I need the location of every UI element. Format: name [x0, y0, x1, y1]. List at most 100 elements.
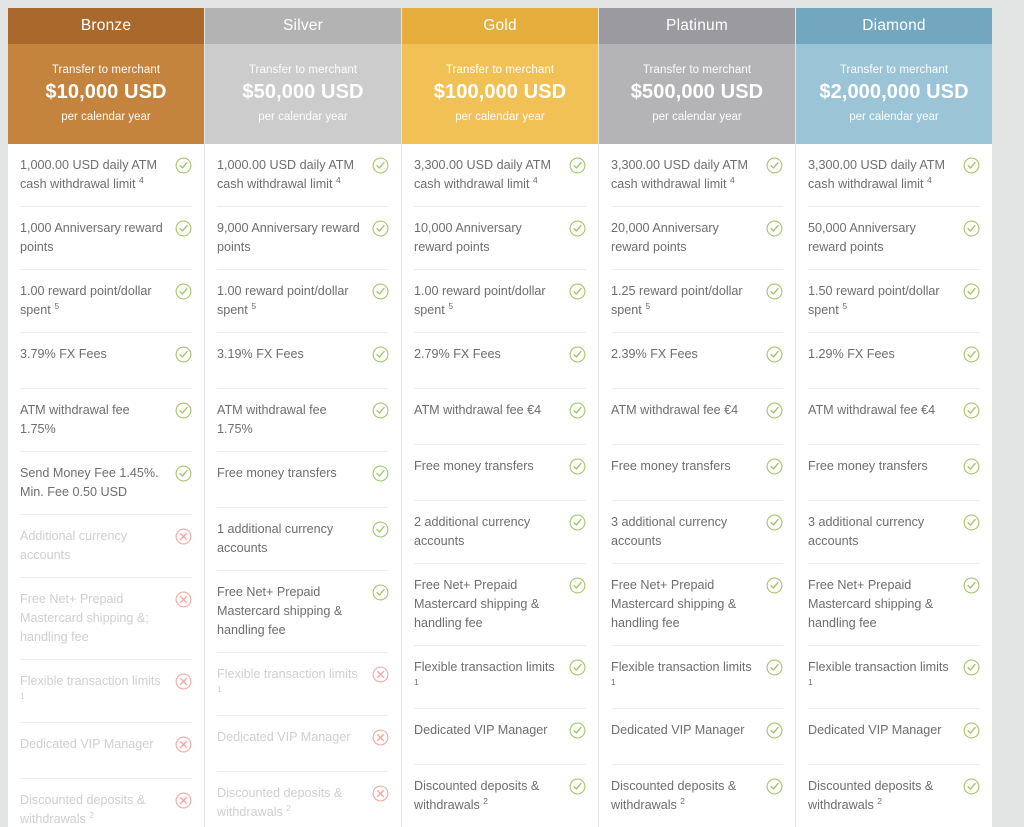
feature-label: 3,300.00 USD daily ATM cash withdrawal l…	[611, 158, 748, 191]
feature-list: 1,000.00 USD daily ATM cash withdrawal l…	[205, 144, 401, 827]
check-circle-icon	[372, 283, 389, 300]
feature-label: 20,000 Anniversary reward points	[611, 221, 719, 254]
feature-label: 1.00 reward point/dollar spent 5	[20, 284, 152, 317]
check-circle-icon	[766, 220, 783, 237]
feature-label: Free Net+ Prepaid Mastercard shipping & …	[808, 578, 934, 630]
feature-row: ATM withdrawal fee €4	[808, 389, 980, 445]
feature-footnote-marker: 2	[286, 802, 292, 813]
feature-row: Free money transfers	[611, 445, 783, 501]
check-circle-icon	[569, 346, 586, 363]
check-circle-icon	[372, 402, 389, 419]
feature-label: 1 additional currency accounts	[217, 522, 334, 555]
cross-circle-icon	[372, 666, 389, 683]
feature-row: Free Net+ Prepaid Mastercard shipping & …	[808, 564, 980, 646]
feature-row: Flexible transaction limits 1	[217, 653, 389, 716]
feature-row: 3.19% FX Fees	[217, 333, 389, 389]
feature-label: Flexible transaction limits 1	[414, 660, 555, 687]
price-period: per calendar year	[849, 110, 939, 123]
check-circle-icon	[766, 283, 783, 300]
price-label: Transfer to merchant	[445, 63, 555, 76]
feature-row: Additional currency accounts	[20, 515, 192, 578]
feature-row: 1.00 reward point/dollar spent 5	[217, 270, 389, 333]
check-circle-icon	[963, 402, 980, 419]
check-circle-icon	[766, 722, 783, 739]
feature-label: ATM withdrawal fee 1.75%	[20, 403, 130, 436]
feature-label: Free money transfers	[611, 459, 731, 473]
feature-label: Free money transfers	[217, 466, 337, 480]
check-circle-icon	[175, 465, 192, 482]
price-amount: $100,000 USD	[433, 80, 567, 103]
feature-label: Free Net+ Prepaid Mastercard shipping & …	[414, 578, 540, 630]
feature-label: Free money transfers	[808, 459, 928, 473]
feature-label: 2.39% FX Fees	[611, 347, 698, 361]
feature-row: Free Net+ Prepaid Mastercard shipping &;…	[20, 578, 192, 660]
feature-row: Flexible transaction limits 1	[414, 646, 586, 709]
feature-label: Send Money Fee 1.45%. Min. Fee 0.50 USD	[20, 466, 159, 499]
tier-price-block: Transfer to merchant $2,000,000 USD per ca…	[796, 44, 992, 144]
feature-row: Flexible transaction limits 1	[808, 646, 980, 709]
feature-row: 3.79% FX Fees	[20, 333, 192, 389]
feature-row: Free money transfers	[808, 445, 980, 501]
check-circle-icon	[766, 458, 783, 475]
tier-card-bronze: Bronze Transfer to merchant $10,000 USD per…	[8, 8, 204, 827]
feature-list: 3,300.00 USD daily ATM cash withdrawal l…	[402, 144, 598, 827]
feature-footnote-marker: 2	[680, 795, 686, 806]
feature-label: Dedicated VIP Manager	[20, 737, 154, 751]
check-circle-icon	[766, 577, 783, 594]
feature-row: 1.00 reward point/dollar spent 5	[414, 270, 586, 333]
price-period: per calendar year	[455, 110, 545, 123]
check-circle-icon	[963, 283, 980, 300]
feature-row: 1,000.00 USD daily ATM cash withdrawal l…	[217, 144, 389, 207]
check-circle-icon	[963, 458, 980, 475]
feature-footnote-marker: 4	[335, 174, 341, 185]
feature-row: 3,300.00 USD daily ATM cash withdrawal l…	[414, 144, 586, 207]
feature-label: 2.79% FX Fees	[414, 347, 501, 361]
feature-footnote-marker: 4	[926, 174, 932, 185]
price-period: per calendar year	[61, 110, 151, 123]
feature-row: Discounted deposits & withdrawals 2	[414, 765, 586, 827]
cross-circle-icon	[175, 528, 192, 545]
feature-row: 3 additional currency accounts	[611, 501, 783, 564]
feature-row: Dedicated VIP Manager	[217, 716, 389, 772]
feature-footnote-marker: 1	[808, 676, 813, 687]
feature-row: Flexible transaction limits 1	[20, 660, 192, 723]
feature-row: 1.50 reward point/dollar spent 5	[808, 270, 980, 333]
feature-label: Free money transfers	[414, 459, 534, 473]
tier-title-silver: Silver	[205, 8, 401, 44]
feature-row: Free Net+ Prepaid Mastercard shipping & …	[611, 564, 783, 646]
feature-row: Dedicated VIP Manager	[808, 709, 980, 765]
feature-label: Discounted deposits & withdrawals 2	[20, 793, 146, 826]
check-circle-icon	[569, 514, 586, 531]
feature-footnote-marker: 4	[138, 174, 144, 185]
feature-footnote-marker: 2	[483, 795, 489, 806]
price-label: Transfer to merchant	[248, 63, 358, 76]
check-circle-icon	[372, 346, 389, 363]
feature-label: 3 additional currency accounts	[611, 515, 728, 548]
feature-row: Free Net+ Prepaid Mastercard shipping & …	[217, 571, 389, 653]
check-circle-icon	[569, 402, 586, 419]
feature-label: ATM withdrawal fee €4	[611, 403, 739, 417]
feature-row: 2 additional currency accounts	[414, 501, 586, 564]
feature-row: 2.79% FX Fees	[414, 333, 586, 389]
feature-row: Flexible transaction limits 1	[611, 646, 783, 709]
feature-footnote-marker: 4	[532, 174, 538, 185]
feature-row: Free Net+ Prepaid Mastercard shipping & …	[414, 564, 586, 646]
check-circle-icon	[569, 283, 586, 300]
feature-footnote-marker: 1	[20, 690, 25, 701]
check-circle-icon	[963, 778, 980, 795]
check-circle-icon	[766, 659, 783, 676]
feature-footnote-marker: 2	[89, 809, 95, 820]
feature-footnote-marker: 1	[414, 676, 419, 687]
check-circle-icon	[766, 514, 783, 531]
feature-label: Dedicated VIP Manager	[808, 723, 942, 737]
feature-label: Discounted deposits & withdrawals 2	[808, 779, 934, 812]
tier-comparison-page: Bronze Transfer to merchant $10,000 USD per…	[0, 0, 1024, 827]
check-circle-icon	[963, 220, 980, 237]
price-label: Transfer to merchant	[839, 63, 949, 76]
tier-price-block: Transfer to merchant $100,000 USD per cale…	[402, 44, 598, 144]
check-circle-icon	[963, 346, 980, 363]
cross-circle-icon	[175, 673, 192, 690]
check-circle-icon	[372, 157, 389, 174]
feature-row: 1,000 Anniversary reward points	[20, 207, 192, 270]
cross-circle-icon	[175, 736, 192, 753]
